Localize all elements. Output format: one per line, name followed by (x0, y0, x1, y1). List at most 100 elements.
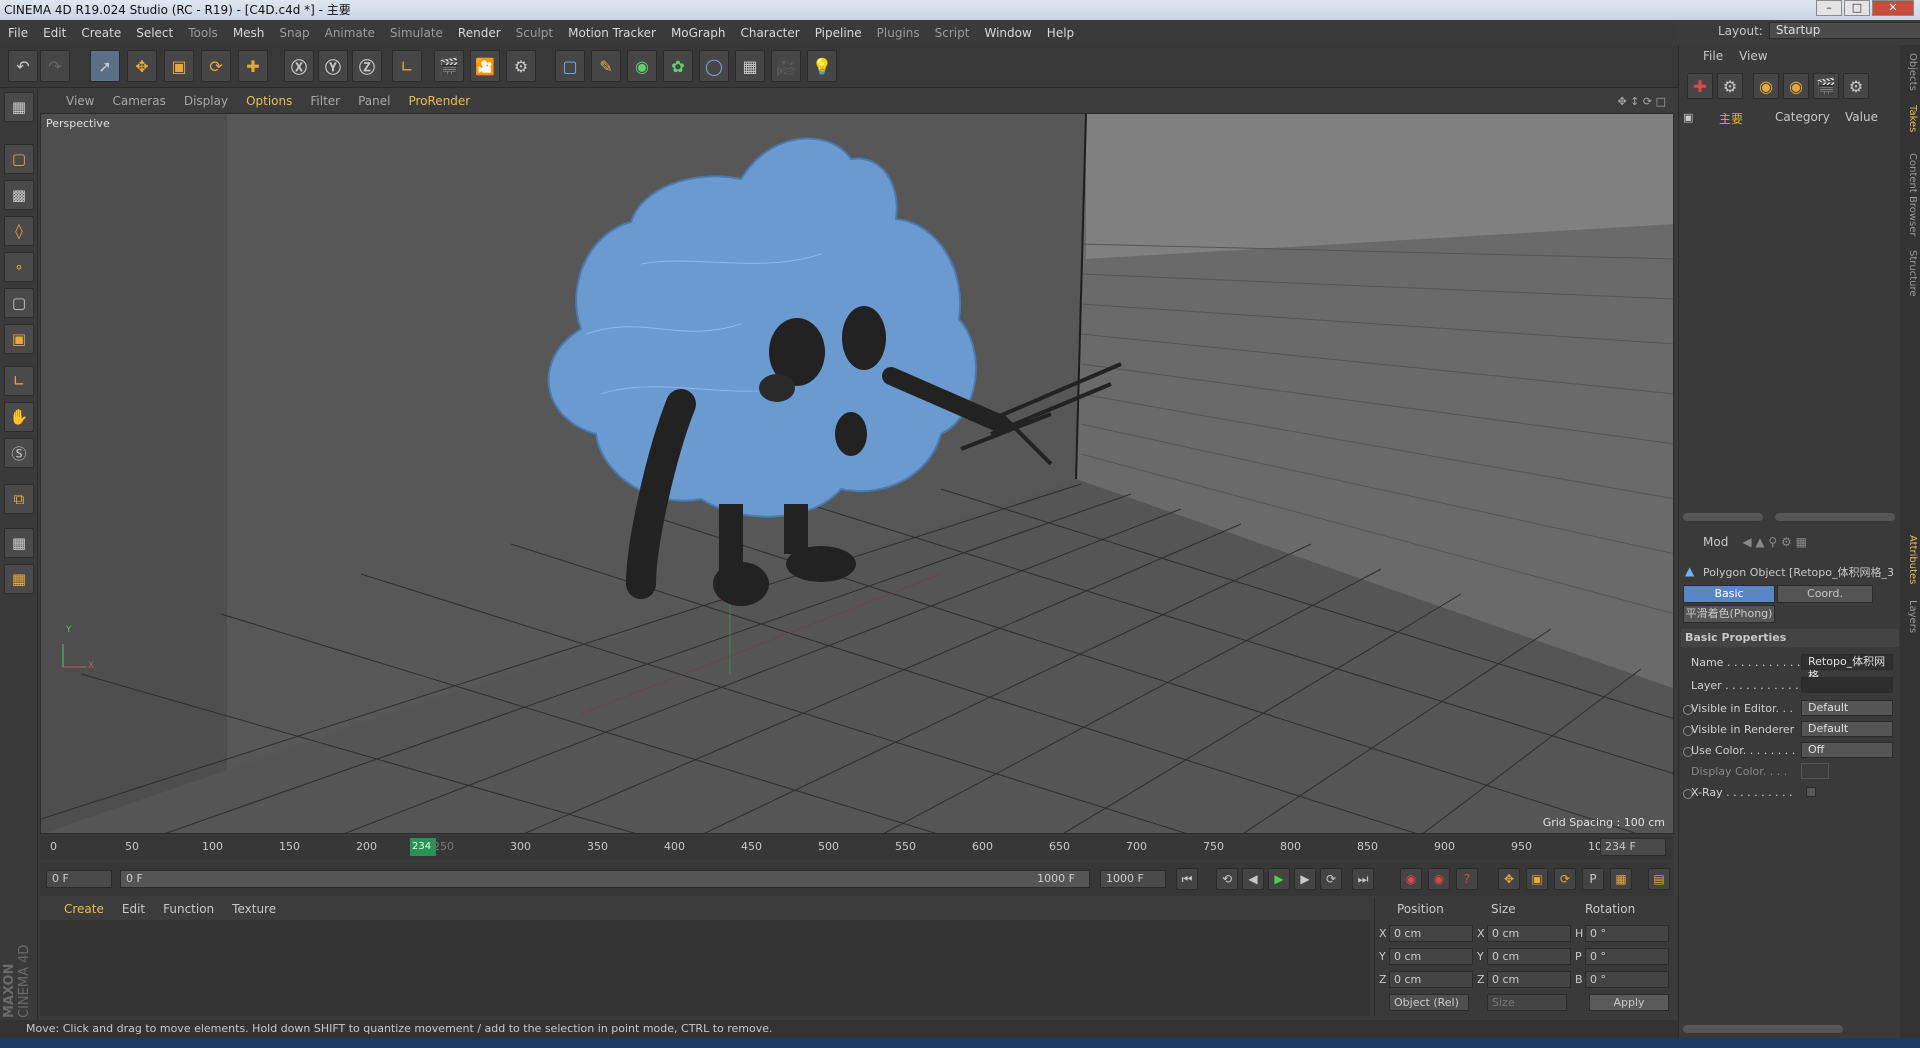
menu-mograph[interactable]: MoGraph (671, 26, 726, 40)
prop-layer-field[interactable] (1801, 677, 1893, 693)
menu-snap[interactable]: Snap (279, 26, 309, 40)
tab-coord[interactable]: Coord. (1777, 585, 1873, 603)
next-frame-icon[interactable]: ▶ (1294, 868, 1316, 890)
rotation-p-field[interactable]: 0 ° (1585, 948, 1669, 965)
size-mode-dropdown[interactable]: Size (1487, 994, 1567, 1011)
menu-animate[interactable]: Animate (325, 26, 375, 40)
main-take[interactable]: 主要 (1719, 110, 1743, 127)
display-color-swatch[interactable] (1801, 763, 1829, 779)
maximize-button[interactable]: □ (1844, 0, 1870, 16)
clone-take-icon[interactable]: ⚙ (1717, 73, 1743, 99)
menu-tools[interactable]: Tools (188, 26, 218, 40)
coord-mode-dropdown[interactable]: Object (Rel) (1389, 994, 1469, 1011)
mat-menu-edit[interactable]: Edit (122, 902, 145, 916)
previous-key-icon[interactable]: ⟲ (1216, 868, 1238, 890)
autokey-icon[interactable]: ◉ (1428, 868, 1450, 890)
size-z-field[interactable]: 0 cm (1487, 971, 1571, 988)
menu-select[interactable]: Select (136, 26, 173, 40)
make-editable-icon[interactable]: ▦ (4, 92, 34, 122)
menu-simulate[interactable]: Simulate (390, 26, 443, 40)
next-key-icon[interactable]: ⟳ (1320, 868, 1342, 890)
cube-primitive-icon[interactable]: ▢ (555, 50, 585, 82)
layout-dropdown[interactable]: Startup (1768, 22, 1920, 39)
vtab-takes[interactable]: Takes (1902, 105, 1918, 132)
take-lock-icon[interactable]: ⚙ (1843, 73, 1869, 99)
override-group-icon[interactable]: ◉ (1783, 73, 1809, 99)
edges-mode-icon[interactable]: ▢ (4, 288, 34, 318)
mat-menu-create[interactable]: Create (64, 902, 104, 916)
model-mode-icon[interactable]: ▢ (4, 144, 34, 174)
take-render-icon[interactable]: 🎬 (1813, 73, 1839, 99)
vp-menu-prorender[interactable]: ProRender (408, 94, 470, 108)
apply-button[interactable]: Apply (1589, 994, 1669, 1011)
pen-spline-icon[interactable]: ✎ (591, 50, 621, 82)
tab-phong[interactable]: 平滑着色(Phong) (1683, 605, 1775, 623)
tab-basic[interactable]: Basic (1683, 585, 1775, 603)
xray-checkbox[interactable] (1806, 787, 1816, 797)
menu-create[interactable]: Create (81, 26, 121, 40)
vp-menu-options[interactable]: Options (246, 94, 292, 108)
workplane-lock-icon[interactable]: ▦ (4, 528, 34, 558)
mat-menu-texture[interactable]: Texture (232, 902, 276, 916)
position-z-field[interactable]: 0 cm (1389, 971, 1473, 988)
texture-mode-icon[interactable]: ▩ (4, 180, 34, 210)
frame-range-slider[interactable]: 0 F 1000 F (120, 870, 1090, 888)
polygons-mode-icon[interactable]: ▣ (4, 324, 34, 354)
vp-menu-display[interactable]: Display (184, 94, 228, 108)
attributes-scrollbar[interactable] (1683, 1025, 1843, 1033)
vp-menu-filter[interactable]: Filter (310, 94, 340, 108)
timeline-window-icon[interactable]: ▤ (1648, 868, 1670, 890)
vtab-structure[interactable]: Structure (1902, 250, 1918, 297)
coordinate-system-icon[interactable]: ∟ (392, 50, 422, 82)
timeline-ruler[interactable]: 0 50 100 150 200 250 300 350 400 450 500… (40, 836, 1674, 860)
scale-tool-icon[interactable]: ▣ (164, 50, 194, 82)
points-mode-icon[interactable]: ∘ (4, 252, 34, 282)
timeline-current-marker[interactable]: 234 (410, 838, 436, 856)
live-selection-icon[interactable]: ✚ (238, 50, 268, 82)
rotate-tool-icon[interactable]: ⟳ (201, 50, 231, 82)
prop-use-color-dropdown[interactable]: Off (1801, 742, 1893, 758)
viewport-nav-icons[interactable]: ✥ ↕ ⟳ □ (1617, 95, 1666, 108)
menu-file[interactable]: File (8, 26, 28, 40)
key-rotation-icon[interactable]: ⟳ (1554, 868, 1576, 890)
solo-icon[interactable]: ▦ (4, 564, 34, 594)
keyframe-selection-icon[interactable]: ? (1456, 868, 1478, 890)
attr-mode-menu[interactable]: Mod (1703, 535, 1728, 549)
key-position-icon[interactable]: ✥ (1498, 868, 1520, 890)
rotation-b-field[interactable]: 0 ° (1585, 971, 1669, 988)
vp-menu-view[interactable]: View (66, 94, 94, 108)
menu-mesh[interactable]: Mesh (233, 26, 265, 40)
prop-name-field[interactable]: Retopo_体积网格 (1801, 654, 1893, 682)
render-to-picture-viewer-icon[interactable]: 🎦 (470, 50, 500, 82)
previous-frame-icon[interactable]: ◀ (1242, 868, 1264, 890)
snapping-icon[interactable]: Ⓢ (4, 438, 34, 468)
end-frame-field[interactable]: 1000 F (1100, 870, 1166, 888)
render-settings-icon[interactable]: ⚙ (506, 50, 536, 82)
menu-character[interactable]: Character (740, 26, 799, 40)
perspective-viewport[interactable]: Perspective Y X Grid Spacing : 100 cm (40, 113, 1674, 834)
cloner-icon[interactable]: ✿ (663, 50, 693, 82)
move-tool-icon[interactable]: ✥ (127, 50, 157, 82)
close-button[interactable]: ✕ (1872, 0, 1914, 16)
undo-icon[interactable]: ↶ (8, 50, 38, 82)
takes-menu-view[interactable]: View (1739, 49, 1767, 63)
position-y-field[interactable]: 0 cm (1389, 948, 1473, 965)
key-param-icon[interactable]: P (1582, 868, 1604, 890)
prop-visible-editor-dropdown[interactable]: Default (1801, 700, 1893, 716)
attr-nav-icons[interactable]: ◀ ▲ ⚲ ⚙ ▦ (1742, 535, 1807, 549)
magnet-icon[interactable]: ⧉ (4, 484, 34, 514)
x-axis-lock-icon[interactable]: Ⓧ (284, 50, 314, 82)
subdivision-surface-icon[interactable]: ◉ (627, 50, 657, 82)
size-x-field[interactable]: 0 cm (1487, 925, 1571, 942)
takes-scrollbar-left[interactable] (1683, 513, 1763, 521)
add-take-icon[interactable]: ✚ (1687, 73, 1713, 99)
current-frame-field[interactable]: 234 F (1600, 838, 1666, 856)
menu-motion-tracker[interactable]: Motion Tracker (568, 26, 656, 40)
floor-icon[interactable]: ▦ (735, 50, 765, 82)
z-axis-lock-icon[interactable]: Ⓩ (352, 50, 382, 82)
vtab-attributes[interactable]: Attributes (1902, 535, 1918, 584)
mat-menu-function[interactable]: Function (163, 902, 214, 916)
key-pla-icon[interactable]: ▦ (1610, 868, 1632, 890)
deformer-icon[interactable]: ◯ (699, 50, 729, 82)
menu-edit[interactable]: Edit (43, 26, 66, 40)
